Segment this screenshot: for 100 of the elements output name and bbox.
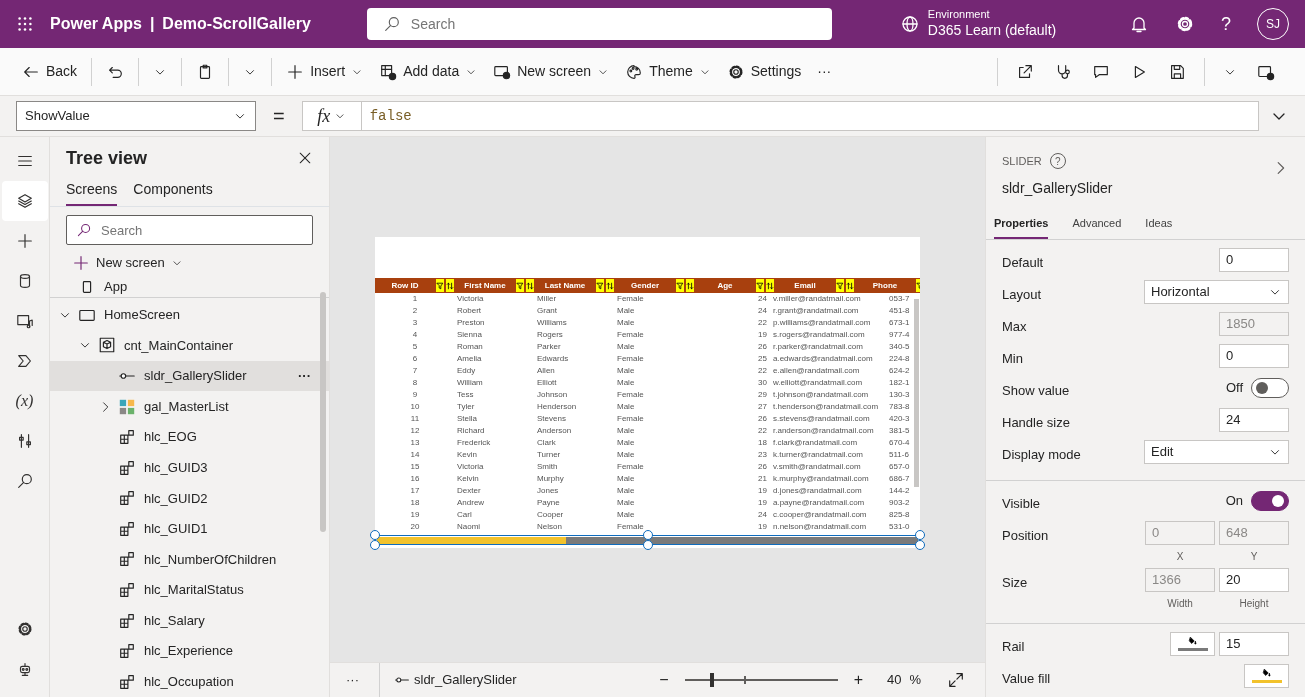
more-button[interactable]: ··· [298, 366, 311, 386]
column-header[interactable]: First Name [455, 278, 515, 293]
tree-item[interactable]: hlc_GUID1 [50, 513, 329, 545]
insert-button[interactable]: Insert [280, 57, 370, 86]
panel-tab[interactable]: Advanced [1072, 214, 1122, 239]
filter-button[interactable] [755, 278, 765, 293]
tree-item[interactable]: hlc_MaritalStatus [50, 574, 329, 606]
settings-button[interactable]: Settings [720, 57, 808, 86]
sort-button[interactable] [845, 278, 855, 293]
gallery-cell-text: Williams [536, 318, 568, 328]
new-screen-button[interactable]: New screen [66, 249, 313, 277]
tree-item[interactable]: gal_MasterList [50, 391, 329, 422]
tree-item[interactable]: hlc_NumberOfChildren [50, 544, 329, 575]
formula-field[interactable]: false [361, 101, 1259, 131]
tree-search-field[interactable]: Search [66, 215, 313, 246]
color-picker-button[interactable] [1244, 664, 1289, 688]
column-header[interactable]: Row ID [375, 278, 435, 293]
more-button[interactable]: ··· [811, 57, 838, 86]
tree-item[interactable]: sldr_GallerySlider ··· [50, 360, 329, 392]
tree-item[interactable]: hlc_Occupation [50, 666, 329, 697]
sort-button[interactable] [525, 278, 535, 293]
gallery-cell-text: 19 [757, 330, 768, 340]
text-field[interactable]: 0 [1219, 248, 1289, 272]
more-button[interactable]: ··· [330, 670, 375, 690]
sort-button[interactable] [605, 278, 615, 293]
environment-name[interactable]: D365 Learn (default) [927, 22, 1057, 40]
gallery-cell-text: Rogers [536, 330, 564, 340]
tree-item[interactable]: hlc_Experience [50, 635, 329, 667]
scrollbar[interactable] [320, 292, 326, 532]
add-data-button[interactable]: Add data [373, 57, 484, 86]
sort-button[interactable] [445, 278, 455, 293]
panel-tab[interactable]: Components [133, 179, 213, 207]
sort-button[interactable] [765, 278, 775, 293]
zoom-slider-thumb[interactable] [710, 673, 715, 687]
media-icon [15, 312, 34, 330]
gallery-cell-text: 686-7 [888, 474, 911, 484]
gallery-cell-text: 19 [757, 486, 768, 496]
filter-button[interactable] [435, 278, 445, 293]
panel-tab[interactable]: Screens [66, 179, 118, 207]
tree-item[interactable]: App [50, 276, 329, 298]
text-field[interactable]: 20 [1219, 568, 1289, 592]
filter-button[interactable] [515, 278, 525, 293]
theme-button[interactable]: Theme [619, 57, 717, 86]
column-header[interactable]: Email [775, 278, 835, 293]
color-picker-button[interactable] [1170, 632, 1215, 656]
zoom-in-button[interactable]: + [853, 668, 863, 692]
rail-button[interactable] [1, 181, 48, 221]
column-header[interactable]: Gender [615, 278, 675, 293]
zoom-slider[interactable] [684, 673, 838, 687]
globe-icon[interactable] [899, 14, 920, 34]
toggle-switch[interactable] [1251, 491, 1289, 511]
tree-item[interactable]: hlc_EOG [50, 421, 329, 453]
settings-icon[interactable] [1175, 14, 1195, 34]
text-field[interactable]: 15 [1219, 632, 1289, 656]
sort-icon [766, 280, 774, 291]
filter-button[interactable] [595, 278, 605, 293]
breadcrumb-item[interactable]: sldr_GallerySlider [414, 670, 517, 690]
variables-button[interactable]: (x) [1, 381, 48, 421]
new-screen-button[interactable]: New screen [487, 57, 616, 86]
dropdown[interactable]: Edit [1144, 440, 1289, 464]
tree-item[interactable]: hlc_GUID3 [50, 452, 329, 483]
gallery-cell-text: 144-2 [888, 486, 911, 496]
tree-item[interactable]: hlc_Salary [50, 605, 329, 636]
dropdown[interactable]: Horizontal [1144, 280, 1289, 304]
text-field[interactable]: 24 [1219, 408, 1289, 432]
column-header[interactable]: Phone [855, 278, 915, 293]
filter-button[interactable] [835, 278, 845, 293]
close-icon[interactable] [297, 150, 313, 166]
panel-tab[interactable]: Properties [994, 214, 1049, 239]
property-dropdown[interactable]: ShowValue [16, 101, 256, 131]
back-button[interactable]: Back [16, 57, 84, 86]
zoom-out-button[interactable]: − [659, 668, 669, 692]
tree-item[interactable]: hlc_GUID2 [50, 483, 329, 514]
search-field[interactable]: Search [366, 8, 832, 40]
fullscreen-icon[interactable] [947, 671, 965, 689]
text-field[interactable]: 0 [1219, 344, 1289, 368]
notifications-icon[interactable] [1129, 14, 1149, 34]
gallery-cell-text: 6 [411, 354, 419, 364]
toggle-switch[interactable] [1251, 378, 1289, 398]
filter-button[interactable] [675, 278, 685, 293]
sort-button[interactable] [685, 278, 695, 293]
panel-tab[interactable]: Ideas [1145, 214, 1173, 239]
slider-track[interactable] [377, 537, 918, 544]
product-name[interactable]: Power Apps [50, 12, 142, 36]
layers-icon [15, 192, 34, 210]
gallery-cell-text: Carl [456, 510, 473, 520]
resize-handle[interactable] [642, 530, 653, 540]
resize-handle[interactable] [642, 540, 653, 550]
scrollbar[interactable] [914, 299, 919, 487]
slider-fill[interactable] [377, 537, 567, 544]
column-header[interactable]: Last Name [535, 278, 595, 293]
control-name: sldr_GallerySlider [1002, 178, 1113, 198]
tree-item[interactable]: HomeScreen [50, 299, 329, 331]
gallery-cell-text: 182-1 [888, 378, 911, 388]
help-button[interactable]: ? [1221, 10, 1231, 38]
fx-button[interactable]: fx [301, 101, 362, 131]
app-launcher-icon[interactable] [16, 15, 34, 33]
tree-item[interactable]: cnt_MainContainer [50, 330, 329, 361]
column-header[interactable]: Age [695, 278, 755, 293]
gallery-cell-text: Male [616, 378, 636, 388]
